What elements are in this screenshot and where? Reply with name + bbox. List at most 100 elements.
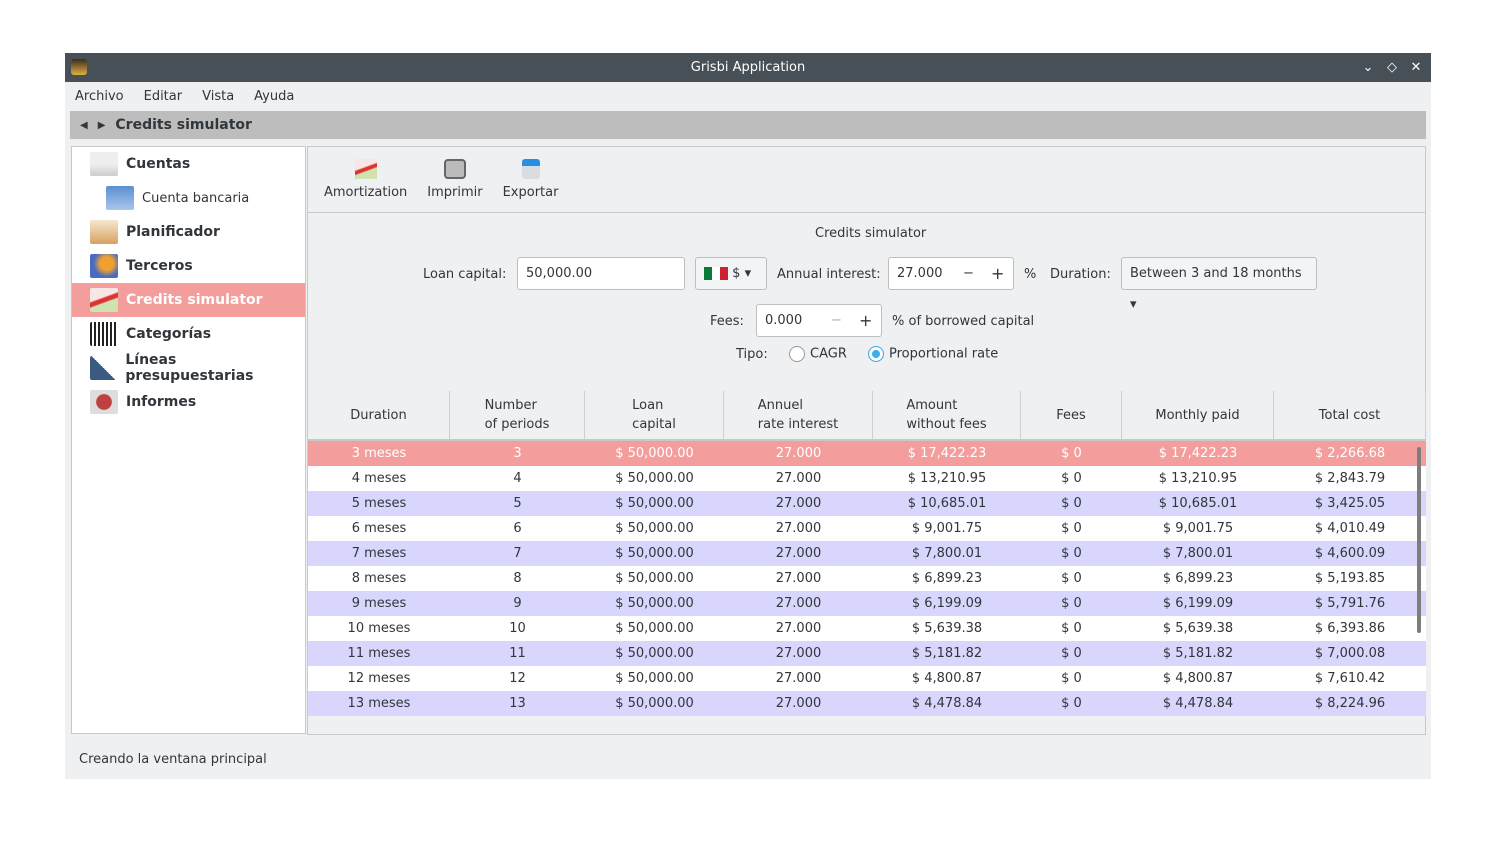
amortization-button[interactable]: Amortization xyxy=(318,147,413,212)
annual-interest-spinbox[interactable]: 27.000 − + xyxy=(888,257,1014,290)
export-button[interactable]: Exportar xyxy=(497,147,565,212)
sidebar-item-label: Categorías xyxy=(126,326,212,342)
table-row[interactable]: 11 meses 11 $ 50,000.00 27.000 $ 5,181.82 $ 0… xyxy=(308,641,1426,666)
cagr-radio[interactable]: CAGR xyxy=(789,346,847,362)
forward-arrow-icon[interactable]: ▶ xyxy=(98,120,106,131)
column-header[interactable]: Number of periods xyxy=(450,391,585,439)
table-row[interactable]: 8 meses 8 $ 50,000.00 27.000 $ 6,899.23 $ 0 $ … xyxy=(308,566,1426,591)
proportional-rate-radio[interactable]: Proportional rate xyxy=(868,346,998,362)
table-row[interactable]: 13 meses 13 $ 50,000.00 27.000 $ 4,478.84 $ 0… xyxy=(308,691,1426,716)
increment-icon[interactable]: + xyxy=(991,258,1004,289)
table-cell: $ 50,000.00 xyxy=(615,646,694,661)
menu-editar[interactable]: Editar xyxy=(144,89,183,104)
sidebar-item-cuentas[interactable]: Cuentas xyxy=(72,147,305,181)
table-cell: 10 meses xyxy=(347,621,411,636)
table-cell: 12 meses xyxy=(347,671,411,686)
sidebar-item-categorías[interactable]: Categorías xyxy=(72,317,305,351)
fees-label: Fees: xyxy=(710,314,744,329)
grisbi-logo-icon xyxy=(71,59,87,75)
main-panel: Amortization Imprimir Exportar Credits s… xyxy=(307,146,1426,735)
table-cell: 8 meses xyxy=(351,571,407,586)
budget-chart-icon xyxy=(90,356,118,380)
table-cell: 27.000 xyxy=(775,671,822,686)
bank-card-icon xyxy=(106,186,134,210)
table-cell: $ 5,639.38 xyxy=(1162,621,1234,636)
sidebar-item-informes[interactable]: Informes xyxy=(72,385,305,419)
column-header[interactable]: Annuel rate interest xyxy=(724,391,873,439)
sidebar-item-planificador[interactable]: Planificador xyxy=(72,215,305,249)
sidebar-item-label: Líneas presupuestarias xyxy=(125,352,254,384)
table-cell: $ 6,899.23 xyxy=(1162,571,1234,586)
fees-value: 0.000 xyxy=(765,313,803,328)
table-cell: 8 xyxy=(513,571,522,586)
menu-ayuda[interactable]: Ayuda xyxy=(254,89,294,104)
table-cell: $ 50,000.00 xyxy=(615,546,694,561)
minimize-icon[interactable]: ⌄ xyxy=(1361,53,1375,82)
dropdown-arrow-icon: ▾ xyxy=(744,266,752,281)
column-header[interactable]: Fees xyxy=(1021,391,1122,439)
annual-interest-value: 27.000 xyxy=(897,266,943,281)
table-cell: $ 0 xyxy=(1061,596,1082,611)
table-cell: $ 50,000.00 xyxy=(615,596,694,611)
sidebar-item-label: Planificador xyxy=(126,224,220,240)
table-cell: $ 5,181.82 xyxy=(1162,646,1234,661)
table-cell: 11 meses xyxy=(347,646,411,661)
table-row[interactable]: 5 meses 5 $ 50,000.00 27.000 $ 10,685.01 $ 0 $… xyxy=(308,491,1426,516)
scrollbar[interactable] xyxy=(1417,447,1421,633)
app-window: Grisbi Application ⌄ ◇ ✕ Archivo Editar … xyxy=(65,53,1431,779)
menu-archivo[interactable]: Archivo xyxy=(75,89,124,104)
table-cell: $ 5,791.76 xyxy=(1314,596,1386,611)
decrement-icon[interactable]: − xyxy=(963,258,974,289)
decrement-icon[interactable]: − xyxy=(831,305,842,336)
table-cell: $ 10,685.01 xyxy=(907,496,987,511)
sidebar: Cuentas Cuenta bancaria Planificador Tercer… xyxy=(71,146,306,734)
column-header[interactable]: Monthly paid xyxy=(1122,391,1274,439)
currency-dropdown[interactable]: $ ▾ xyxy=(695,257,767,290)
table-row[interactable]: 12 meses 12 $ 50,000.00 27.000 $ 4,800.87 $ 0… xyxy=(308,666,1426,691)
table-cell: $ 0 xyxy=(1061,521,1082,536)
duration-dropdown[interactable]: Between 3 and 18 months ▾ xyxy=(1121,257,1317,312)
table-row[interactable]: 3 meses 3 $ 50,000.00 27.000 $ 17,422.23 $ 0 $… xyxy=(308,441,1426,466)
sidebar-item-cuenta-bancaria[interactable]: Cuenta bancaria xyxy=(72,181,305,215)
column-header[interactable]: Total cost xyxy=(1274,391,1426,439)
table-row[interactable]: 4 meses 4 $ 50,000.00 27.000 $ 13,210.95 $ 0 $… xyxy=(308,466,1426,491)
loan-capital-input[interactable]: 50,000.00 xyxy=(517,257,685,290)
table-cell: $ 50,000.00 xyxy=(615,621,694,636)
back-arrow-icon[interactable]: ◀ xyxy=(80,120,88,131)
chart-down-icon xyxy=(90,288,118,312)
column-header-label: Fees xyxy=(1056,407,1086,423)
print-button[interactable]: Imprimir xyxy=(421,147,488,212)
table-row[interactable]: 7 meses 7 $ 50,000.00 27.000 $ 7,800.01 $ 0 $ … xyxy=(308,541,1426,566)
sidebar-item-label: Informes xyxy=(126,394,197,410)
menu-vista[interactable]: Vista xyxy=(202,89,234,104)
close-icon[interactable]: ✕ xyxy=(1409,53,1423,82)
fees-spinbox[interactable]: 0.000 − + xyxy=(756,304,882,337)
table-cell: $ 2,843.79 xyxy=(1314,471,1386,486)
column-header[interactable]: Duration xyxy=(308,391,450,439)
sidebar-item-credits-simulator[interactable]: Credits simulator xyxy=(72,283,305,317)
column-header[interactable]: Amount without fees xyxy=(873,391,1021,439)
sidebar-item-líneas-presupuestarias[interactable]: Líneas presupuestarias xyxy=(72,351,305,385)
cagr-label: CAGR xyxy=(810,346,847,362)
sidebar-item-terceros[interactable]: Terceros xyxy=(72,249,305,283)
table-cell: 27.000 xyxy=(775,521,822,536)
table-row[interactable]: 9 meses 9 $ 50,000.00 27.000 $ 6,199.09 $ 0 $ … xyxy=(308,591,1426,616)
table-row[interactable]: 10 meses 10 $ 50,000.00 27.000 $ 5,639.38 $ 0… xyxy=(308,616,1426,641)
table-cell: $ 0 xyxy=(1061,546,1082,561)
duration-value: Between 3 and 18 months xyxy=(1130,266,1302,281)
currency-symbol: $ xyxy=(732,266,741,281)
table-cell: $ 50,000.00 xyxy=(615,471,694,486)
window-title: Grisbi Application xyxy=(690,60,806,75)
maximize-icon[interactable]: ◇ xyxy=(1385,53,1399,82)
mexico-flag-icon xyxy=(704,267,728,280)
table-cell: 9 xyxy=(513,596,522,611)
table-row[interactable]: 6 meses 6 $ 50,000.00 27.000 $ 9,001.75 $ 0 $ … xyxy=(308,516,1426,541)
table-cell: 27.000 xyxy=(775,496,822,511)
increment-icon[interactable]: + xyxy=(859,305,872,336)
column-header[interactable]: Loan capital xyxy=(585,391,724,439)
table-cell: 27.000 xyxy=(775,696,822,711)
table-cell: 13 xyxy=(509,696,526,711)
table-cell: $ 4,800.87 xyxy=(1162,671,1234,686)
table-cell: 3 meses xyxy=(351,446,407,461)
table-cell: $ 10,685.01 xyxy=(1158,496,1238,511)
